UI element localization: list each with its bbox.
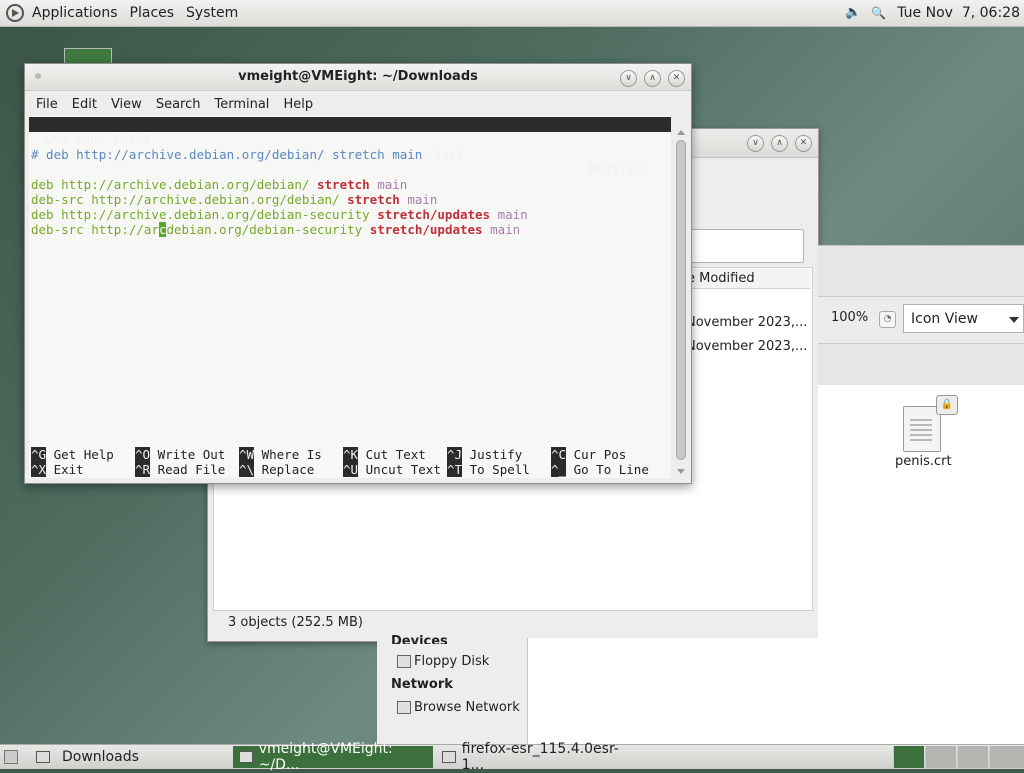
debian-logo-icon[interactable] <box>6 4 24 22</box>
places-menu[interactable]: Places <box>130 5 175 21</box>
shortcut-write-out: ^O Write Out <box>135 447 226 462</box>
terminal-menubar: File Edit View Search Terminal Help <box>25 91 691 117</box>
column-header-date-modified[interactable]: e Modified <box>685 269 811 289</box>
menu-view[interactable]: View <box>111 97 142 112</box>
location-input[interactable] <box>678 229 804 263</box>
shortcut-justify: ^J Justify <box>447 447 523 462</box>
workspace-4[interactable] <box>989 746 1024 768</box>
shortcut-cur-pos: ^C Cur Pos <box>551 447 627 462</box>
editor-line: deb http://archive.debian.org/debian-sec… <box>31 207 528 222</box>
system-tray: 🔈 🔍 Tue Nov 7, 06:28 <box>845 5 1024 21</box>
volume-icon[interactable]: 🔈 <box>845 5 863 21</box>
file-row-date[interactable]: November 2023,... <box>686 339 806 354</box>
editor-line-comment: # deb http://archive.debian.org/debian/ … <box>31 147 423 162</box>
menu-search[interactable]: Search <box>156 97 201 112</box>
sidebar-item-browse-network[interactable]: Browse Network <box>397 700 520 715</box>
menu-terminal[interactable]: Terminal <box>214 97 269 112</box>
close-button[interactable]: ✕ <box>795 135 812 152</box>
network-status-icon[interactable]: 🔍 <box>871 5 889 21</box>
taskbar-label: vmeight@VMEight: ~/D... <box>258 741 393 773</box>
editor-line: deb-src http://archive.debian.org/debian… <box>31 192 438 207</box>
clock[interactable]: Tue Nov 7, 06:28 <box>897 5 1020 21</box>
shortcut-where-is: ^W Where Is <box>239 447 322 462</box>
sidebar-heading-devices: Devices <box>391 634 448 644</box>
scroll-down-icon[interactable] <box>677 469 685 474</box>
taskbar-label: Downloads <box>62 749 139 765</box>
file-row-date[interactable]: November 2023,... <box>686 315 806 330</box>
file-name-label[interactable]: penis.crt <box>895 454 952 469</box>
maximize-button[interactable]: ∧ <box>771 135 788 152</box>
taskbar-label: firefox-esr_115.4.0esr-1... <box>461 741 619 773</box>
folder-icon <box>36 751 50 763</box>
chevron-down-icon <box>1009 317 1019 323</box>
nano-version: GNU nano 2.7.4 <box>45 132 151 147</box>
zoom-reset-button[interactable]: ◔ <box>879 311 896 328</box>
terminal-screen[interactable]: GNU nano 2.7.4 File: /etc/apt/sources.li… <box>29 116 671 478</box>
scrollbar-thumb[interactable] <box>676 140 686 460</box>
file-icon <box>442 751 456 763</box>
terminal-title: vmeight@VMEight: ~/Downloads <box>238 69 478 84</box>
taskbar-item-downloads[interactable]: Downloads <box>30 746 230 768</box>
shortcut-uncut-text: ^U Uncut Text <box>343 462 441 477</box>
shortcut-cut-text: ^K Cut Text <box>343 447 426 462</box>
maximize-button[interactable]: ∧ <box>644 70 661 87</box>
shortcut-get-help: ^G Get Help <box>31 447 114 462</box>
shortcut-read-file: ^R Read File <box>135 462 226 477</box>
scroll-up-icon[interactable] <box>677 130 685 135</box>
terminal-icon <box>239 751 253 763</box>
workspace-2[interactable] <box>925 746 956 768</box>
sidebar-item-label: Floppy Disk <box>414 654 490 669</box>
shortcut-go-to-line: ^_ Go To Line <box>551 462 649 477</box>
menu-file[interactable]: File <box>36 97 58 112</box>
close-button[interactable]: ✕ <box>668 70 685 87</box>
zoom-level: 100% <box>831 310 869 325</box>
shortcut-to-spell: ^T To Spell <box>447 462 530 477</box>
show-desktop-icon[interactable] <box>4 750 18 764</box>
minimize-button[interactable]: ∨ <box>620 70 637 87</box>
terminal-window[interactable]: vmeight@VMEight: ~/Downloads ∨ ∧ ✕ File … <box>24 63 692 484</box>
terminal-titlebar[interactable]: vmeight@VMEight: ~/Downloads ∨ ∧ ✕ <box>25 64 691 91</box>
system-menu[interactable]: System <box>186 5 238 21</box>
nano-modified: Modified <box>589 162 650 177</box>
menu-edit[interactable]: Edit <box>72 97 97 112</box>
workspace-1[interactable] <box>893 746 924 768</box>
top-panel: Applications Places System 🔈 🔍 Tue Nov 7… <box>0 0 1024 27</box>
shortcut-replace: ^\ Replace <box>239 462 315 477</box>
editor-line: deb http://archive.debian.org/debian/ st… <box>31 177 408 192</box>
applications-menu[interactable]: Applications <box>32 5 118 21</box>
sidebar-content-area <box>528 638 818 744</box>
sidebar-item-floppy[interactable]: Floppy Disk <box>397 654 489 669</box>
view-mode-label: Icon View <box>911 311 978 327</box>
view-mode-select[interactable]: Icon View <box>903 304 1024 333</box>
taskbar-item-terminal[interactable]: vmeight@VMEight: ~/D... <box>233 741 433 773</box>
nano-header: GNU nano 2.7.4 File: /etc/apt/sources.li… <box>29 117 671 177</box>
taskbar-item-firefox-download[interactable]: firefox-esr_115.4.0esr-1... <box>436 741 636 773</box>
bottom-panel: Downloads vmeight@VMEight: ~/D... firefo… <box>0 741 1024 773</box>
network-icon <box>397 701 411 714</box>
workspace-3[interactable] <box>957 746 988 768</box>
lock-icon: 🔒 <box>936 395 958 415</box>
status-bar: 3 objects (252.5 MB) <box>228 615 363 630</box>
top-menu: Applications Places System <box>32 5 250 21</box>
minimize-button[interactable]: ∨ <box>747 135 764 152</box>
editor-line: deb-src http://arcdebian.org/debian-secu… <box>31 222 521 237</box>
sidebar-item-label: Browse Network <box>414 700 520 715</box>
floppy-disk-icon <box>397 655 411 668</box>
shortcut-exit: ^X Exit <box>31 462 84 477</box>
sidebar-heading-network: Network <box>391 677 453 692</box>
menu-help[interactable]: Help <box>283 97 313 112</box>
terminal-scrollbar[interactable] <box>675 130 687 478</box>
